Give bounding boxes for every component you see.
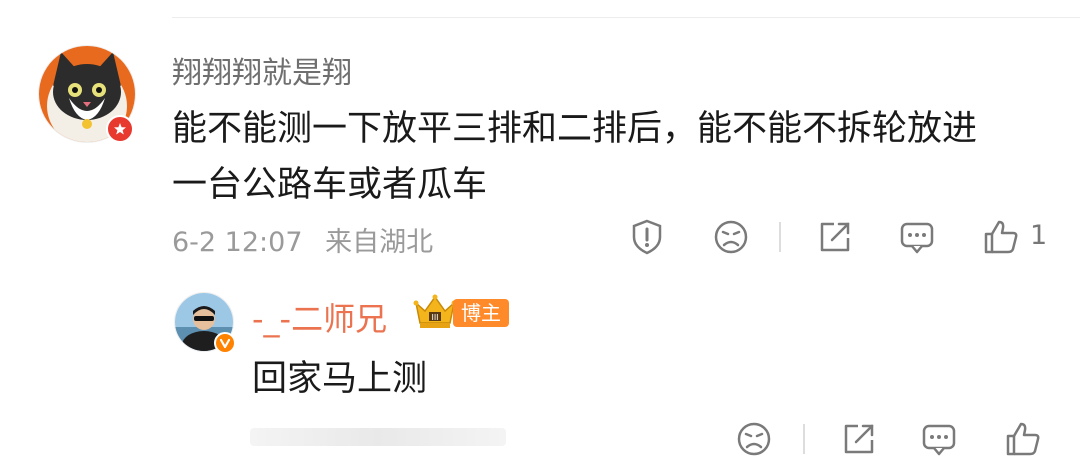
like-count: 1 [1030, 220, 1048, 251]
comment-icon[interactable] [896, 216, 938, 258]
action-divider [803, 424, 805, 454]
share-icon[interactable] [838, 418, 880, 460]
report-icon[interactable] [626, 216, 668, 258]
badge-icon [106, 115, 134, 143]
like-icon[interactable] [1002, 418, 1044, 460]
comment-line-2: 一台公路车或者瓜车 [172, 165, 488, 205]
comment-actions: 1 [0, 216, 1080, 258]
action-divider [779, 222, 781, 252]
dislike-icon[interactable] [710, 216, 752, 258]
reply-username[interactable]: -_-二师兄 [252, 294, 387, 340]
host-badge: 博主 [453, 299, 509, 327]
svg-text:III: III [431, 313, 438, 322]
reply-avatar[interactable] [174, 292, 236, 354]
comment-icon[interactable] [918, 418, 960, 460]
commenter-name[interactable]: 翔翔翔就是翔 [172, 48, 352, 92]
comment-text: 能不能测一下放平三排和二排后，能不能不拆轮放进 一台公路车或者瓜车 [172, 101, 1052, 213]
top-divider [172, 17, 1080, 18]
share-icon[interactable] [814, 216, 856, 258]
like-icon[interactable] [980, 216, 1022, 258]
commenter-avatar[interactable] [38, 45, 136, 143]
comment-line-1: 能不能测一下放平三排和二排后，能不能不拆轮放进 [172, 109, 978, 149]
crown-icon: III [412, 293, 458, 335]
dislike-icon[interactable] [733, 418, 775, 460]
reply-actions [0, 418, 1080, 460]
verified-icon [214, 332, 236, 354]
reply-text: 回家马上测 [252, 359, 428, 399]
